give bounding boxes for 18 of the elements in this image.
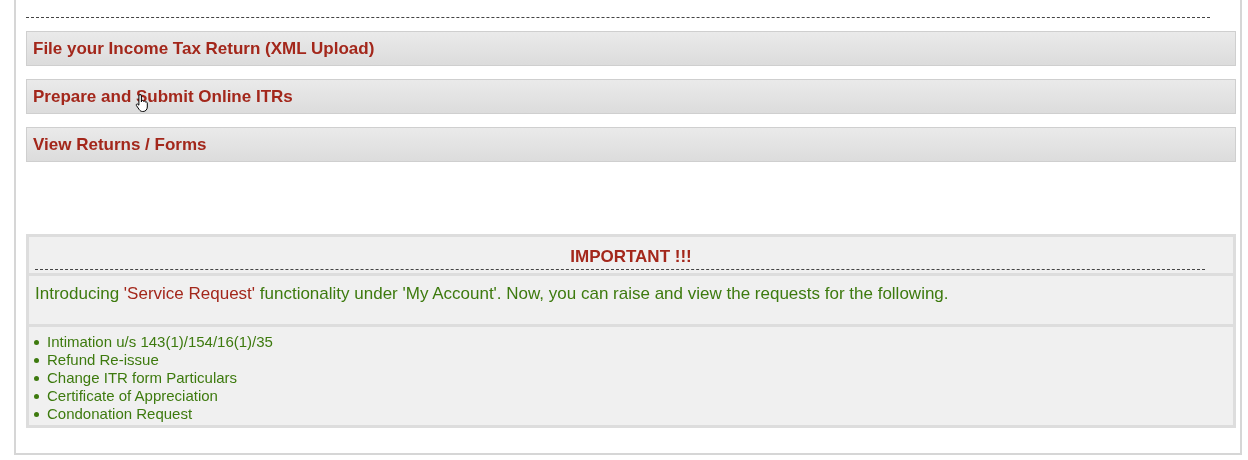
request-item: Change ITR form Particulars [47, 369, 238, 387]
section-link[interactable]: View Returns / Forms [33, 134, 207, 155]
request-item: Refund Re-issue [47, 351, 159, 369]
section-link[interactable]: File your Income Tax Return (XML Upload) [33, 38, 375, 59]
bullet-icon [34, 357, 39, 363]
notice-text: Introducing 'Service Request' functionality under 'My Account'. Now, you can raise and view the requests for the following. [35, 284, 950, 304]
bullet-icon [34, 375, 39, 381]
request-item: Intimation u/s 143(1)/154/16(1)/35 [47, 333, 273, 351]
accordion-header[interactable]: View Returns / Forms [26, 127, 1236, 162]
accordion-header[interactable]: Prepare and Submit Online ITRs [26, 79, 1236, 114]
notice-title: IMPORTANT !!! [569, 246, 693, 268]
request-item: Condonation Request [47, 405, 193, 423]
request-item: Certificate of Appreciation [47, 387, 218, 405]
bullet-icon [34, 339, 39, 345]
section-link[interactable]: Prepare and Submit Online ITRs [33, 86, 293, 107]
accordion-header[interactable]: File your Income Tax Return (XML Upload) [26, 31, 1236, 66]
bullet-icon [34, 411, 39, 417]
bullet-icon [34, 393, 39, 399]
